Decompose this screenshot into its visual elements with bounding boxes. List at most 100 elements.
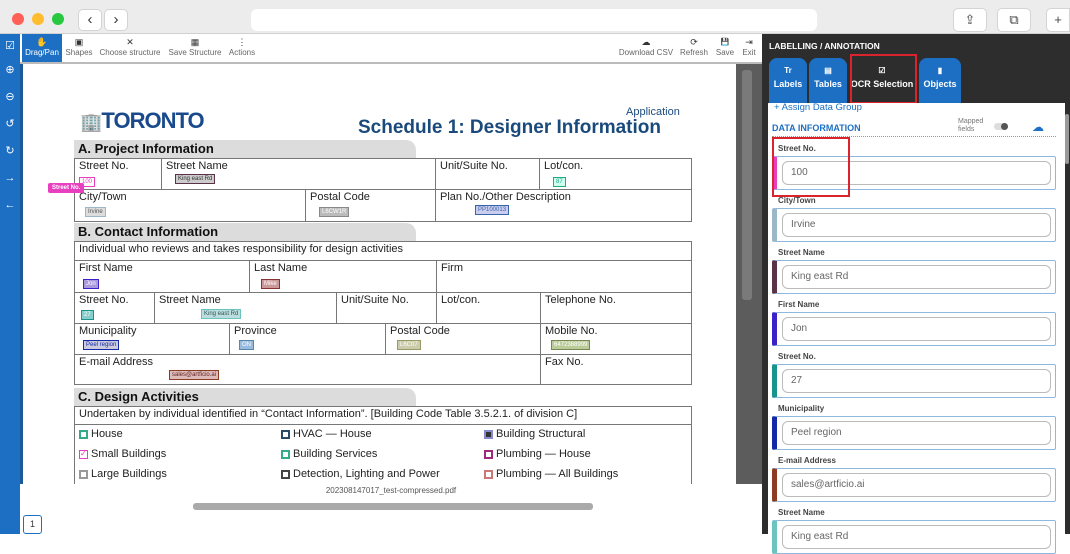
tabs-icon[interactable]: ⧉ xyxy=(997,8,1031,32)
ocr-box-street-name-b[interactable]: King east Rd xyxy=(201,309,242,319)
tab-tables[interactable]: ▤ Tables xyxy=(809,58,847,103)
ocr-box-city[interactable]: Irvine xyxy=(85,207,106,217)
save-button[interactable]: 💾 Save xyxy=(714,34,736,62)
checkbox-hvac-house[interactable]: HVAC — House xyxy=(281,428,372,440)
street-no-overlay-tag[interactable]: Street No. xyxy=(48,183,85,193)
ocr-box-last-name[interactable]: Mike xyxy=(261,279,280,289)
exit-button[interactable]: ⇥ Exit xyxy=(738,34,760,62)
mapped-fields-toggle[interactable] xyxy=(994,123,1008,130)
scroll-thumb[interactable] xyxy=(742,70,752,300)
checkbox-small-buildings[interactable]: ✓ Small Buildings xyxy=(79,448,166,460)
label: Save Structure xyxy=(168,48,222,57)
checkbox-checked-icon: ✓ xyxy=(79,448,88,459)
field-input[interactable]: King east Rd xyxy=(782,265,1051,289)
label: Telephone No. xyxy=(545,294,616,306)
page-number[interactable]: 1 xyxy=(23,515,42,534)
document-viewer[interactable]: 🏢TORONTO Application Schedule 1: Designe… xyxy=(20,64,762,534)
zoom-in-icon[interactable]: ⊕ xyxy=(0,59,20,81)
field-label: Street Name xyxy=(778,508,825,517)
text-icon: Tr xyxy=(784,66,792,75)
label: Objects xyxy=(923,79,957,89)
ocr-box-postal[interactable]: L6CW1R xyxy=(319,207,350,217)
ocr-box-mobile[interactable]: 6472388999 xyxy=(551,340,591,350)
back-button[interactable]: ‹ xyxy=(78,9,102,31)
data-information-heading: DATA INFORMATION xyxy=(772,123,861,133)
section-a-title: A. Project Information xyxy=(74,140,416,158)
checkbox-building-structural[interactable]: Building Structural xyxy=(484,428,585,440)
checkbox-building-services[interactable]: Building Services xyxy=(281,448,377,460)
filename-label: 202308147017_test-compressed.pdf xyxy=(325,486,457,495)
checkbox-detection-lighting-power[interactable]: Detection, Lighting and Power xyxy=(281,468,440,480)
label: Choose structure xyxy=(99,48,161,57)
ocr-box-postal-b[interactable]: L6C07 xyxy=(397,340,421,350)
checkbox-icon xyxy=(79,429,88,439)
ocr-box-street-no-b[interactable]: 27 xyxy=(81,310,94,320)
refresh-button[interactable]: ⟳ Refresh xyxy=(678,34,710,62)
tab-objects[interactable]: ▮ Objects xyxy=(919,58,961,103)
actions-button[interactable]: ⋮ Actions xyxy=(226,34,258,62)
checkbox-house[interactable]: House xyxy=(79,428,123,440)
forward-button[interactable]: › xyxy=(104,9,128,31)
drag-pan-button[interactable]: ✋ Drag/Pan xyxy=(22,34,62,62)
label: Unit/Suite No. xyxy=(337,293,437,323)
next-icon[interactable]: → xyxy=(0,167,20,189)
assign-data-group-link[interactable]: + Assign Data Group xyxy=(774,102,862,113)
browser-chrome: ‹ › ⇪ ⧉ + xyxy=(0,0,1070,34)
rotate-right-icon[interactable]: ↻ xyxy=(0,140,20,162)
maximize-window-button[interactable] xyxy=(52,13,64,25)
refresh-icon: ⟳ xyxy=(690,37,698,47)
label: Street Name xyxy=(155,293,337,323)
checkbox-plumbing-house[interactable]: Plumbing — House xyxy=(484,448,591,460)
field-input[interactable]: sales@artficio.ai xyxy=(782,473,1051,497)
section-c-title: C. Design Activities xyxy=(74,388,416,406)
ocr-box-plan[interactable]: PP100013 xyxy=(475,205,510,215)
choose-structure-button[interactable]: ✕ Choose structure xyxy=(98,34,162,62)
field-input[interactable]: Irvine xyxy=(782,213,1051,237)
hand-icon: ✋ xyxy=(36,37,48,47)
panel-scrollbar[interactable] xyxy=(1065,114,1069,164)
checkbox-large-buildings[interactable]: Large Buildings xyxy=(79,468,167,480)
field-row: King east Rd xyxy=(772,260,1056,294)
field-row: 27 xyxy=(772,364,1056,398)
minimize-window-button[interactable] xyxy=(32,13,44,25)
download-csv-button[interactable]: ☁ Download CSV xyxy=(618,34,674,62)
field-label: First Name xyxy=(778,300,820,309)
rotate-left-icon[interactable]: ↺ xyxy=(0,113,20,135)
zoom-out-icon[interactable]: ⊖ xyxy=(0,86,20,108)
shapes-button[interactable]: ▣ Shapes xyxy=(64,34,94,62)
label: Tables xyxy=(814,79,842,89)
save-structure-button[interactable]: ▦ Save Structure xyxy=(166,34,224,62)
ocr-box-first-name[interactable]: Jon xyxy=(83,279,99,289)
ocr-box-municipality[interactable]: Peel region xyxy=(83,340,120,350)
label: Individual who reviews and takes respons… xyxy=(79,243,404,255)
checkbox-icon xyxy=(79,469,88,479)
ocr-box-street-name[interactable]: King east Rd xyxy=(175,174,216,184)
close-window-button[interactable] xyxy=(12,13,24,25)
ocr-box-province[interactable]: ON xyxy=(239,340,254,350)
label: Drag/Pan xyxy=(25,48,59,57)
previous-icon[interactable]: ← xyxy=(0,194,20,216)
checkbox-icon xyxy=(281,469,290,479)
field-row: Jon xyxy=(772,312,1056,346)
new-tab-button[interactable]: + xyxy=(1046,8,1070,32)
label: Firm xyxy=(441,262,463,274)
ocr-box-lot[interactable]: 87 xyxy=(553,177,566,187)
vertical-scrollbar[interactable] xyxy=(736,64,762,484)
toronto-logo: 🏢TORONTO xyxy=(80,108,205,133)
horizontal-scrollbar[interactable] xyxy=(193,503,593,510)
document-page[interactable]: 🏢TORONTO Application Schedule 1: Designe… xyxy=(26,64,736,484)
table-icon: ▤ xyxy=(824,66,832,75)
tab-labels[interactable]: Tr Labels xyxy=(769,58,807,103)
share-icon[interactable]: ⇪ xyxy=(953,8,987,32)
checkbox-checked-icon xyxy=(484,429,493,439)
field-input[interactable]: Jon xyxy=(782,317,1051,341)
address-bar[interactable] xyxy=(251,9,817,31)
select-icon[interactable]: ☑ xyxy=(0,35,20,57)
cloud-upload-icon[interactable]: ☁ xyxy=(1032,120,1044,134)
field-input[interactable]: King east Rd xyxy=(782,525,1051,549)
ocr-box-email[interactable]: sales@artficio.ai xyxy=(169,370,220,380)
field-input[interactable]: 27 xyxy=(782,369,1051,393)
checkbox-plumbing-all-buildings[interactable]: Plumbing — All Buildings xyxy=(484,468,618,480)
field-input[interactable]: Peel region xyxy=(782,421,1051,445)
cloud-download-icon: ☁ xyxy=(641,37,651,47)
